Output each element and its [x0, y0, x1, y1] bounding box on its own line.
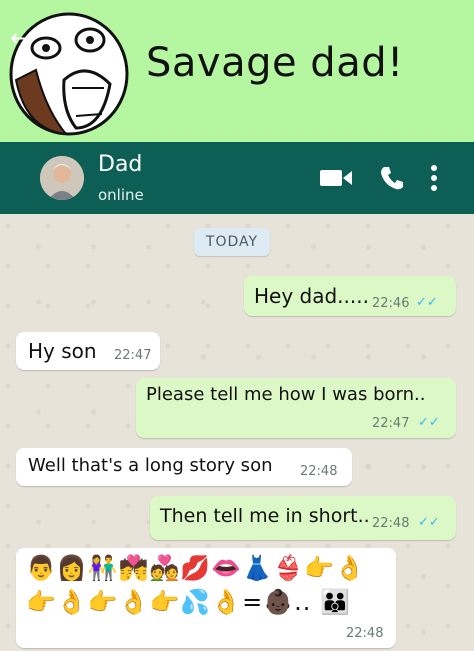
message-bubble-incoming[interactable]: Well that's a long story son 22:48 [16, 448, 352, 486]
date-chip: TODAY [194, 228, 270, 256]
message-time: 22:48 [300, 464, 338, 479]
message-time: 22:48 [346, 626, 384, 641]
message-time: 22:46 [372, 296, 410, 311]
back-arrow-icon[interactable]: ← [10, 24, 30, 52]
message-time: 22:47 [372, 416, 410, 431]
more-vert-icon[interactable] [430, 164, 438, 192]
avatar-portrait-icon [40, 156, 84, 200]
message-time: 22:48 [372, 516, 410, 531]
message-text: Hy son [28, 339, 97, 363]
message-text: Then tell me in short.. [160, 505, 370, 527]
message-bubble-incoming-emoji[interactable]: 👨👩👫💏💑💋👄👗👙👉👌 👉👌👉👌👉💦👌=👶🏿.. 👪 22:48 [16, 548, 396, 648]
double-check-icon: ✓✓ [416, 295, 438, 310]
avatar[interactable] [40, 156, 84, 200]
contact-name[interactable]: Dad [98, 152, 142, 177]
emoji-line-2-end: 👶🏿.. 👪 [263, 588, 351, 616]
message-bubble-outgoing[interactable]: Hey dad..... 22:46 ✓✓ [244, 276, 456, 316]
message-bubble-outgoing[interactable]: Then tell me in short.. 22:48 ✓✓ [150, 496, 456, 540]
message-bubble-incoming[interactable]: Hy son 22:47 [16, 332, 160, 370]
message-text: Well that's a long story son [28, 455, 273, 476]
double-check-icon: ✓✓ [418, 415, 440, 430]
message-time: 22:47 [114, 348, 152, 363]
contact-status: online [98, 186, 144, 204]
meme-title: Savage dad! [146, 40, 404, 86]
message-text: Please tell me how I was born.. [146, 384, 426, 405]
message-text: Hey dad..... [254, 284, 369, 308]
video-call-icon[interactable] [320, 168, 352, 188]
emoji-line-1: 👨👩👫💏💑💋👄👗👙👉👌 [26, 554, 366, 582]
meme-header: Savage dad! [0, 0, 474, 142]
message-bubble-outgoing[interactable]: Please tell me how I was born.. 22:47 ✓✓ [136, 378, 456, 438]
emoji-line-2-start: 👉👌👉👌👉💦👌= [26, 588, 264, 616]
phone-icon[interactable] [378, 164, 406, 192]
double-check-icon: ✓✓ [418, 515, 440, 530]
emoji-line-2: 👉👌👉👌👉💦👌=👶🏿.. 👪 [26, 588, 351, 616]
